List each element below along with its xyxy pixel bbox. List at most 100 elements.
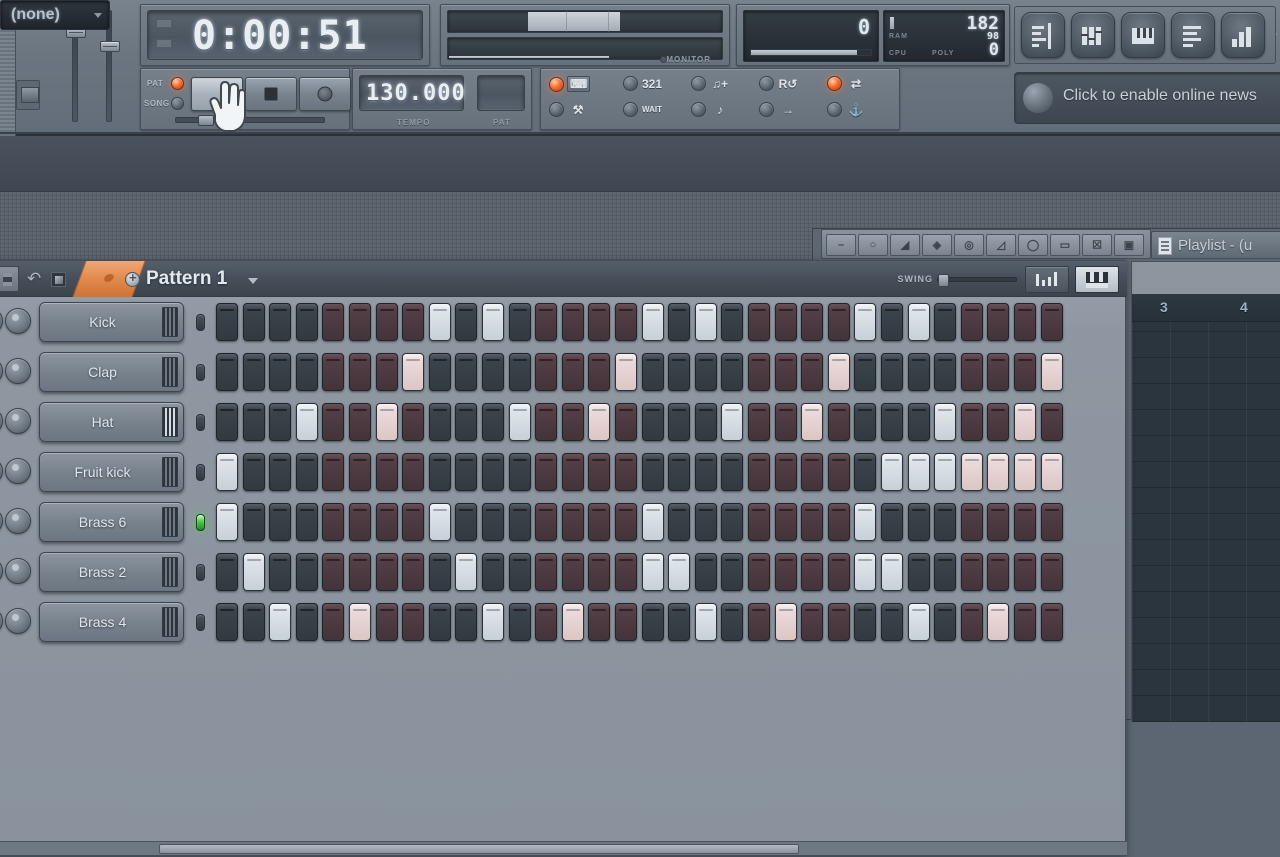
channel-button-hat[interactable]: Hat bbox=[39, 402, 184, 442]
pattern-name[interactable]: Pattern 1 bbox=[146, 268, 227, 290]
step-9[interactable] bbox=[428, 603, 451, 641]
step-2[interactable] bbox=[242, 403, 265, 441]
step-1[interactable] bbox=[216, 503, 238, 541]
step-30[interactable] bbox=[987, 453, 1010, 491]
step-17[interactable] bbox=[641, 303, 664, 341]
channel-volume-knob[interactable] bbox=[5, 358, 31, 384]
step-19[interactable] bbox=[694, 503, 717, 541]
step-15[interactable] bbox=[588, 453, 611, 491]
step-27[interactable] bbox=[907, 603, 930, 641]
channel-activity-led[interactable] bbox=[196, 364, 205, 381]
draw-tool[interactable]: ○ bbox=[858, 234, 888, 256]
time-lcd[interactable]: 0:00:51 bbox=[147, 10, 423, 60]
recopt-metronome[interactable]: ♪ bbox=[691, 102, 731, 117]
step-6[interactable] bbox=[349, 303, 371, 341]
step-10[interactable] bbox=[455, 503, 478, 541]
step-13[interactable] bbox=[535, 353, 558, 391]
step-18[interactable] bbox=[668, 503, 691, 541]
step-2[interactable] bbox=[242, 353, 265, 391]
step-17[interactable] bbox=[641, 553, 664, 591]
recopt-led[interactable] bbox=[759, 76, 774, 91]
step-18[interactable] bbox=[668, 353, 691, 391]
step-30[interactable] bbox=[987, 303, 1010, 341]
step-1[interactable] bbox=[216, 403, 238, 441]
step-30[interactable] bbox=[987, 403, 1010, 441]
step-13[interactable] bbox=[535, 303, 558, 341]
step-1[interactable] bbox=[216, 553, 238, 591]
step-5[interactable] bbox=[322, 403, 345, 441]
step-6[interactable] bbox=[349, 453, 371, 491]
step-25[interactable] bbox=[854, 603, 877, 641]
step-25[interactable] bbox=[854, 453, 877, 491]
pattern-mode-led[interactable] bbox=[171, 77, 184, 90]
step-32[interactable] bbox=[1040, 453, 1063, 491]
channel-volume-knob[interactable] bbox=[5, 458, 31, 484]
step-26[interactable] bbox=[881, 403, 903, 441]
channel-pan-knob[interactable] bbox=[0, 308, 3, 334]
step-29[interactable] bbox=[960, 303, 983, 341]
playback-tool[interactable]: ▣ bbox=[1114, 234, 1144, 256]
step-4[interactable] bbox=[295, 303, 318, 341]
keyboard-editor-button[interactable] bbox=[1075, 266, 1119, 293]
step-3[interactable] bbox=[269, 303, 292, 341]
recopt-multilink[interactable]: ⚒ bbox=[549, 102, 589, 117]
zoom-tool[interactable]: ☒ bbox=[1082, 234, 1112, 256]
recopt-typing-to-piano[interactable]: ⌨ bbox=[549, 76, 591, 92]
scrollbar-thumb[interactable] bbox=[159, 844, 799, 854]
step-20[interactable] bbox=[721, 403, 744, 441]
step-27[interactable] bbox=[907, 403, 930, 441]
record-button[interactable] bbox=[299, 77, 351, 111]
step-12[interactable] bbox=[508, 353, 531, 391]
step-12[interactable] bbox=[508, 453, 531, 491]
song-position-handle[interactable] bbox=[198, 115, 214, 126]
step-10[interactable] bbox=[455, 303, 478, 341]
step-20[interactable] bbox=[721, 303, 744, 341]
step-25[interactable] bbox=[854, 553, 877, 591]
master-pitch-handle[interactable] bbox=[100, 41, 120, 52]
step-7[interactable] bbox=[375, 453, 398, 491]
step-14[interactable] bbox=[561, 403, 584, 441]
swing-slider[interactable] bbox=[937, 274, 1017, 287]
recopt-metronome-precount[interactable]: ♫+ bbox=[691, 76, 731, 91]
step-27[interactable] bbox=[907, 353, 930, 391]
step-10[interactable] bbox=[455, 553, 478, 591]
step-26[interactable] bbox=[881, 603, 903, 641]
step-8[interactable] bbox=[402, 503, 425, 541]
playlist-ruler[interactable]: 3 4 bbox=[1132, 294, 1280, 322]
time-display-panel[interactable]: 0:00:51 bbox=[140, 4, 430, 66]
step-15[interactable] bbox=[588, 303, 611, 341]
step-13[interactable] bbox=[535, 403, 558, 441]
recopt-led[interactable] bbox=[691, 76, 706, 91]
step-31[interactable] bbox=[1014, 453, 1036, 491]
step-27[interactable] bbox=[907, 303, 930, 341]
playlist-window-button[interactable] bbox=[1021, 12, 1065, 58]
step-19[interactable] bbox=[694, 453, 717, 491]
step-4[interactable] bbox=[295, 503, 318, 541]
step-22[interactable] bbox=[774, 453, 797, 491]
step-29[interactable] bbox=[960, 553, 983, 591]
channel-button-brass-4[interactable]: Brass 4 bbox=[39, 602, 184, 642]
sequencer-menu-button[interactable] bbox=[0, 266, 19, 292]
step-4[interactable] bbox=[295, 353, 318, 391]
recopt-step-edit[interactable]: ⇄ bbox=[827, 76, 867, 91]
step-22[interactable] bbox=[774, 403, 797, 441]
master-pitch-knob[interactable] bbox=[16, 80, 40, 110]
step-14[interactable] bbox=[561, 553, 584, 591]
step-8[interactable] bbox=[402, 553, 425, 591]
step-32[interactable] bbox=[1040, 503, 1063, 541]
playlist-titlebar[interactable]: Playlist - (u bbox=[1151, 231, 1280, 259]
step-28[interactable] bbox=[934, 603, 957, 641]
step-9[interactable] bbox=[428, 503, 451, 541]
step-3[interactable] bbox=[269, 403, 292, 441]
slip-tool[interactable]: ◿ bbox=[986, 234, 1016, 256]
step-9[interactable] bbox=[428, 453, 451, 491]
step-5[interactable] bbox=[322, 553, 345, 591]
channel-button-clap[interactable]: Clap bbox=[39, 352, 184, 392]
step-14[interactable] bbox=[561, 603, 584, 641]
step-18[interactable] bbox=[668, 553, 691, 591]
step-23[interactable] bbox=[801, 303, 824, 341]
step-17[interactable] bbox=[641, 453, 664, 491]
step-6[interactable] bbox=[349, 403, 371, 441]
channel-activity-led[interactable] bbox=[196, 464, 205, 481]
step-20[interactable] bbox=[721, 503, 744, 541]
